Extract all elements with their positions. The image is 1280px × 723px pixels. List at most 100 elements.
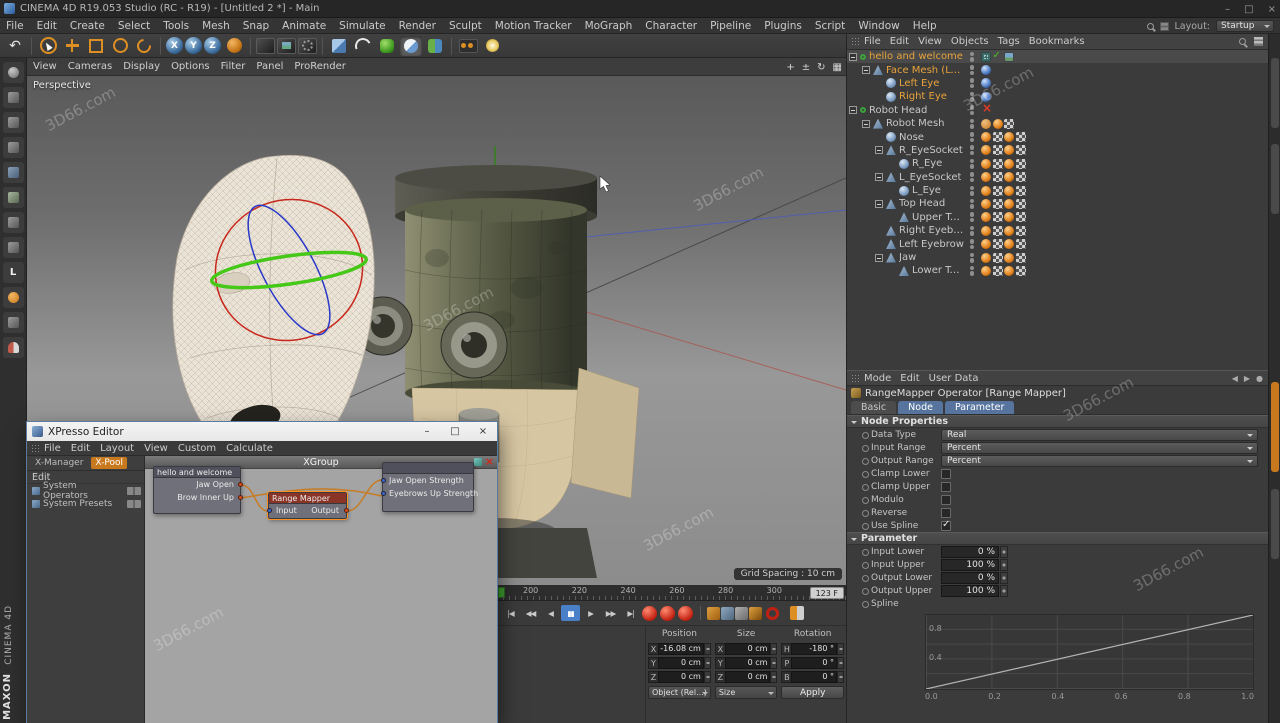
menubar-item[interactable]: Mesh	[202, 20, 230, 32]
menubar-item[interactable]: Script	[815, 20, 845, 32]
axis-z-lock-icon[interactable]: Z	[204, 37, 221, 54]
object-label[interactable]: Jaw	[899, 252, 916, 263]
menubar-item[interactable]: Plugins	[764, 20, 802, 32]
menubar-item[interactable]: MoGraph	[585, 20, 633, 32]
play-button[interactable]: ▶	[581, 605, 600, 621]
object-row[interactable]: Nose	[847, 130, 1268, 143]
visibility-dots[interactable]	[965, 145, 979, 155]
coordinate-field[interactable]: 0 cm	[725, 657, 771, 669]
magnet-icon[interactable]	[3, 337, 24, 358]
transport-separator[interactable]	[700, 606, 701, 620]
object-label[interactable]: Right Eye	[899, 91, 947, 102]
model-mode-icon[interactable]	[3, 87, 24, 108]
enable-axis-icon[interactable]	[3, 237, 24, 258]
check-icon[interactable]	[993, 52, 1003, 62]
scale-icon[interactable]	[85, 36, 107, 56]
menubar-item[interactable]: Animate	[282, 20, 326, 32]
key-rotation-toggle[interactable]	[735, 607, 748, 620]
uv-icon[interactable]	[1016, 239, 1026, 249]
spinner[interactable]	[1000, 585, 1008, 597]
object-label[interactable]: R_EyeSocket	[899, 145, 963, 156]
use-spline-checkbox[interactable]	[941, 521, 951, 531]
undo-icon[interactable]: ↶	[4, 36, 26, 56]
selection-icon[interactable]	[981, 119, 991, 129]
dock-tab[interactable]	[1271, 489, 1279, 559]
menubar-item[interactable]: Sculpt	[449, 20, 482, 32]
attribute-tab[interactable]: Node	[898, 401, 943, 414]
visibility-dots[interactable]	[965, 186, 979, 196]
zoom-view-icon[interactable]: ±	[802, 62, 810, 73]
dock-tab[interactable]	[1271, 58, 1279, 128]
xpresso-close-button[interactable]: ×	[469, 422, 497, 441]
object-manager-menu-item[interactable]: Edit	[890, 36, 909, 47]
visibility-dots[interactable]	[965, 65, 979, 75]
visibility-dots[interactable]	[965, 212, 979, 222]
spinner[interactable]	[770, 657, 777, 669]
object-label[interactable]: Left Eye	[899, 78, 939, 89]
spinner[interactable]	[1000, 546, 1008, 558]
visibility-dots[interactable]	[965, 199, 979, 209]
instance-icon[interactable]	[400, 36, 422, 56]
object-row[interactable]: Top Head	[847, 197, 1268, 210]
uv-icon[interactable]	[993, 145, 1003, 155]
uv-icon[interactable]	[1016, 132, 1026, 142]
reverse-checkbox[interactable]	[941, 508, 951, 518]
record-objects-button[interactable]	[642, 606, 657, 621]
render-settings-icon[interactable]	[298, 38, 317, 54]
expand-toggle[interactable]	[875, 146, 883, 154]
object-label[interactable]: hello and welcome	[869, 51, 963, 62]
object-label[interactable]: Robot Mesh	[886, 118, 945, 129]
uv-icon[interactable]	[1016, 172, 1026, 182]
object-row[interactable]: Robot Head	[847, 104, 1268, 117]
subdivision-icon[interactable]	[376, 36, 398, 56]
expand-toggle[interactable]	[875, 200, 883, 208]
material-icon[interactable]	[1004, 239, 1014, 249]
material-icon[interactable]	[981, 226, 991, 236]
viewport-menu-item[interactable]: View	[33, 61, 57, 72]
menubar-item[interactable]: Edit	[37, 20, 57, 32]
visibility-dots[interactable]	[965, 172, 979, 182]
menubar-item[interactable]: Window	[858, 20, 899, 32]
xpresso-minimize-button[interactable]: –	[413, 422, 441, 441]
uv-icon[interactable]	[993, 172, 1003, 182]
expand-toggle[interactable]	[849, 106, 857, 114]
current-frame-field[interactable]: 123 F	[810, 587, 844, 599]
viewport-menu-item[interactable]: Options	[171, 61, 210, 72]
uv-icon[interactable]	[1004, 119, 1014, 129]
material-icon[interactable]	[981, 212, 991, 222]
uv-icon[interactable]	[993, 199, 1003, 209]
xpresso-preset-item[interactable]: System Presets	[27, 497, 144, 510]
close-button[interactable]: ×	[1268, 4, 1276, 15]
render-view-icon[interactable]	[256, 38, 275, 54]
xpresso-menu-item[interactable]: File	[44, 443, 61, 454]
object-label[interactable]: L_EyeSocket	[899, 172, 961, 183]
xpresso-maximize-button[interactable]: □	[441, 422, 469, 441]
coord-system-icon[interactable]	[223, 36, 245, 56]
output-upper-field[interactable]: 100 %	[941, 585, 999, 597]
material-icon[interactable]	[981, 199, 991, 209]
apply-button[interactable]: Apply	[781, 686, 844, 699]
spinner[interactable]	[770, 671, 777, 683]
goto-end-button[interactable]: ▶|	[621, 605, 640, 621]
xgroup-close-icon[interactable]: ×	[485, 457, 494, 467]
object-row[interactable]: Right Eyebrow	[847, 224, 1268, 237]
visibility-dots[interactable]	[965, 92, 979, 102]
output-lower-field[interactable]: 0 %	[941, 572, 999, 584]
menubar-item[interactable]: Character	[645, 20, 697, 32]
object-label[interactable]: R_Eye	[912, 158, 942, 169]
material-icon[interactable]	[981, 239, 991, 249]
material-icon[interactable]	[981, 266, 991, 276]
coordinate-field[interactable]: 0 °	[791, 671, 837, 683]
menubar-item[interactable]: File	[6, 20, 24, 32]
object-row[interactable]: L_EyeSocket	[847, 171, 1268, 184]
toggle-view-icon[interactable]: ▦	[833, 62, 842, 73]
phong-icon[interactable]	[981, 65, 991, 75]
spline-pen-icon[interactable]	[352, 36, 374, 56]
expression-icon[interactable]	[981, 52, 991, 62]
object-row[interactable]: hello and welcome	[847, 50, 1268, 63]
make-editable-icon[interactable]	[3, 62, 24, 83]
search-icon[interactable]	[1147, 23, 1154, 30]
timeline-layout-button[interactable]	[790, 606, 804, 620]
node-hello-and-welcome[interactable]: hello and welcome Jaw Open Brow Inner Up	[153, 466, 241, 514]
coordinate-field[interactable]: -180 °	[791, 643, 837, 655]
